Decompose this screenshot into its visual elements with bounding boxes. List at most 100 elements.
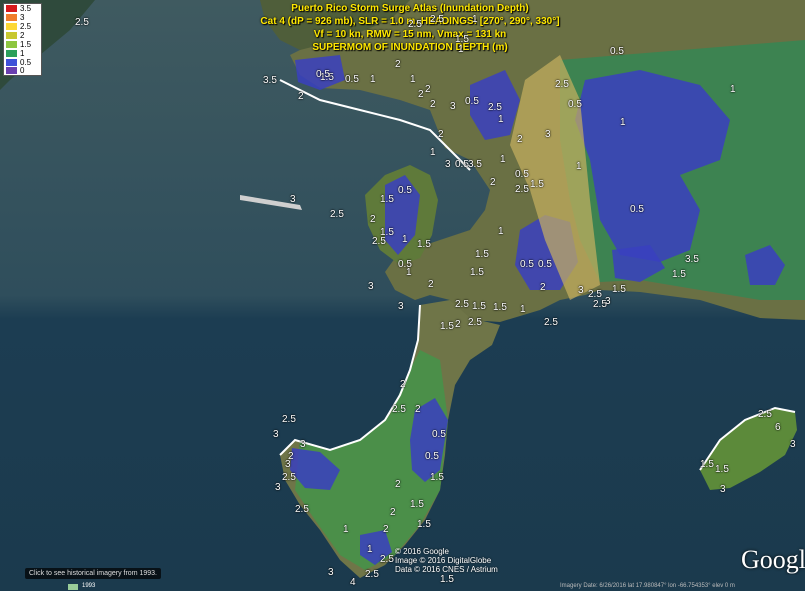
contour-label: 1.5 [672, 269, 686, 280]
legend-swatch-1 [6, 50, 17, 57]
map-title-line3: Vf = 10 kn, RMW = 15 nm, Vmax = 131 kn [313, 29, 507, 40]
contour-label: 2 [395, 479, 401, 490]
contour-label: 0.5 [515, 169, 529, 180]
contour-label: 3 [720, 484, 726, 495]
timeline-year: 1993 [82, 583, 96, 589]
contour-label: 1.5 [715, 464, 729, 475]
contour-label: 3.5 [263, 75, 277, 86]
contour-label: 3 [398, 301, 404, 312]
historical-imagery-button[interactable]: Click to see historical imagery from 199… [25, 568, 161, 579]
contour-label: 2 [438, 129, 444, 140]
contour-label: 3 [273, 429, 279, 440]
contour-label: 1.5 [430, 472, 444, 483]
contour-label: 1 [406, 267, 412, 278]
contour-label: 3.5 [468, 159, 482, 170]
contour-label: 1 [576, 161, 582, 172]
contour-label: 2 [490, 177, 496, 188]
contour-label: 2.5 [365, 569, 379, 580]
contour-label: 1.5 [470, 267, 484, 278]
map-title-line4: SUPERMOM OF INUNDATION DEPTH (m) [312, 42, 508, 53]
contour-label: 3 [328, 567, 334, 578]
contour-label: 1.5 [440, 321, 454, 332]
contour-label: 0.5 [425, 451, 439, 462]
contour-label: 0.5 [630, 204, 644, 215]
contour-label: 2.5 [392, 404, 406, 415]
contour-label: 0.5 [520, 259, 534, 270]
contour-label: 0.5 [316, 69, 330, 80]
contour-label: 0.5 [345, 74, 359, 85]
google-logo: Google [741, 545, 805, 574]
contour-label: 2 [400, 379, 406, 390]
contour-label: 2 [428, 279, 434, 290]
contour-label: 2.5 [758, 409, 772, 420]
copyright-line: Data © 2016 CNES / Astrium [395, 565, 498, 574]
contour-label: 0.5 [432, 429, 446, 440]
contour-label: 3 [790, 439, 796, 450]
contour-label: 3 [445, 159, 451, 170]
contour-label: 2.5 [330, 209, 344, 220]
legend-swatch-3 [6, 14, 17, 21]
contour-label: 1 [520, 304, 526, 315]
contour-label: 6 [775, 422, 781, 433]
contour-label: 2 [430, 99, 436, 110]
contour-label: 4 [350, 577, 356, 588]
legend-swatch-1.5 [6, 41, 17, 48]
legend-label-2.5: 2.5 [20, 22, 32, 31]
contour-label: 2.5 [488, 102, 502, 113]
map-title-line1: Puerto Rico Storm Surge Atlas (Inundatio… [291, 3, 529, 14]
contour-label: 2.5 [430, 14, 444, 25]
contour-label: 2 [395, 59, 401, 70]
contour-label: 2.5 [455, 299, 469, 310]
contour-label: 0.5 [538, 259, 552, 270]
legend-label-3.5: 3.5 [20, 4, 32, 13]
contour-label: 1 [410, 74, 416, 85]
imagery-copyright: © 2016 Google Image © 2016 DigitalGlobe … [395, 547, 498, 574]
legend-swatch-0.5 [6, 59, 17, 66]
contour-label: 1 [498, 114, 504, 125]
contour-label: 1 [498, 226, 504, 237]
copyright-line: © 2016 Google [395, 547, 449, 556]
contour-label: 1 [472, 14, 478, 25]
contour-label: 3 [605, 296, 611, 307]
inundation-map[interactable] [0, 0, 805, 591]
contour-label: 2 [383, 524, 389, 535]
contour-label: 2.5 [544, 317, 558, 328]
contour-label: 0.5 [398, 185, 412, 196]
contour-label: 1 [620, 117, 626, 128]
legend-swatch-2.5 [6, 23, 17, 30]
contour-label: 2 [288, 451, 294, 462]
contour-label: 1 [500, 154, 506, 165]
legend-swatch-0 [6, 67, 17, 74]
contour-label: 1.5 [493, 302, 507, 313]
contour-label: 2.5 [75, 17, 89, 28]
contour-label: 2 [540, 282, 546, 293]
timeline-icon[interactable] [68, 584, 78, 590]
contour-label: 1.5 [700, 459, 714, 470]
contour-label: 2.5 [282, 472, 296, 483]
contour-label: 2 [298, 91, 304, 102]
contour-label: 1 [402, 234, 408, 245]
contour-label: 2.5 [372, 236, 386, 247]
contour-label: 3 [545, 129, 551, 140]
contour-label: 3 [368, 281, 374, 292]
legend-swatch-2 [6, 32, 17, 39]
contour-label: 0.5 [455, 159, 469, 170]
legend-swatch-3.5 [6, 5, 17, 12]
contour-label: 2 [390, 507, 396, 518]
copyright-line: Image © 2016 DigitalGlobe [395, 556, 492, 565]
contour-label: 1 [370, 74, 376, 85]
contour-label: 3 [290, 194, 296, 205]
contour-label: 2.5 [408, 19, 422, 30]
contour-label: 1 [730, 84, 736, 95]
contour-label: 1.5 [417, 519, 431, 530]
contour-label: 1 [430, 147, 436, 158]
contour-label: 2 [418, 89, 424, 100]
contour-label: 2.5 [282, 414, 296, 425]
legend-label-2: 2 [20, 31, 25, 40]
contour-label: 2.5 [555, 79, 569, 90]
contour-label: 2.5 [515, 184, 529, 195]
contour-label: 0.5 [568, 99, 582, 110]
legend-label-3: 3 [20, 13, 25, 22]
depth-legend: 3.5 3 2.5 2 1.5 1 0.5 0 [3, 3, 42, 76]
contour-label: 2 [370, 214, 376, 225]
